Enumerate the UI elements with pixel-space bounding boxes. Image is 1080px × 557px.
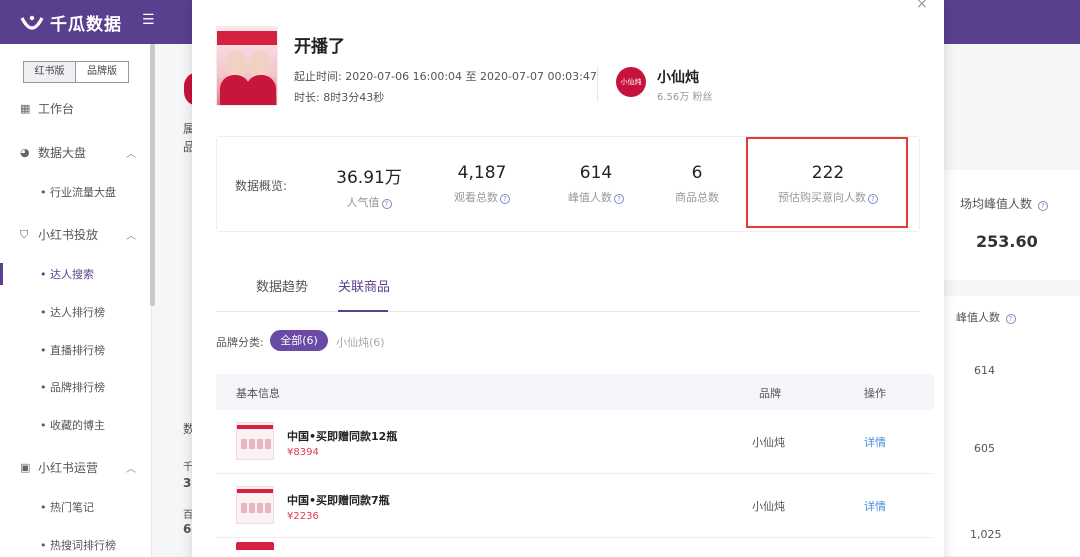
- bg-col-label: 场均峰值人数 ?: [960, 195, 1048, 212]
- bg-col-value: 253.60: [976, 232, 1038, 251]
- help-icon[interactable]: ?: [381, 199, 392, 209]
- filter-chip-brand[interactable]: 小仙炖(6): [336, 334, 385, 350]
- chevron-up-icon: ︿: [126, 149, 136, 160]
- divider: [597, 66, 598, 102]
- sidebar-item-influencer-search[interactable]: • 达人搜索: [40, 266, 94, 282]
- sidebar-item-brand-rank[interactable]: • 品牌排行榜: [40, 379, 105, 395]
- live-duration: 时长: 8时3分43秒: [294, 91, 385, 104]
- sidebar-item-label: 工作台: [38, 102, 75, 116]
- product-name: 中国•买即赠同款12瓶: [287, 430, 398, 443]
- sidebar-item-hot-search[interactable]: • 热搜词排行榜: [40, 537, 116, 553]
- live-cover-image: [216, 26, 278, 106]
- chevron-up-icon: ︿: [126, 464, 136, 475]
- overview-label: 数据概览:: [235, 179, 288, 193]
- sidebar-item-live-rank[interactable]: • 直播排行榜: [40, 342, 105, 358]
- close-icon[interactable]: ×: [916, 0, 928, 12]
- help-icon[interactable]: ?: [614, 194, 624, 204]
- bg-cell: 1,025: [970, 528, 1002, 541]
- tab-related-products[interactable]: 关联商品: [338, 276, 390, 295]
- help-icon: ?: [1005, 314, 1016, 324]
- live-detail-modal: × 开播了 起止时间: 2020-07-06 16:00:04 至 2020-0…: [192, 0, 944, 557]
- sidebar-group-xhs-delivery[interactable]: ⛉ 小红书投放 ︿: [20, 226, 140, 243]
- bg-stat-card: [944, 170, 1080, 280]
- bg-col-label: 峰值人数 ?: [956, 309, 1016, 325]
- sidebar-item-label: 小红书投放: [38, 228, 99, 242]
- active-indicator: [0, 263, 3, 285]
- details-link[interactable]: 详情: [864, 434, 886, 450]
- version-tab-red[interactable]: 红书版: [23, 61, 76, 83]
- highlight-box: [746, 137, 908, 228]
- product-name: 中国•买即赠同款7瓶: [287, 494, 390, 507]
- pie-chart-icon: ◕: [20, 145, 30, 159]
- sidebar-item-label: 数据大盘: [38, 146, 87, 160]
- live-time-range: 起止时间: 2020-07-06 16:00:04 至 2020-07-07 0…: [294, 70, 597, 83]
- brand-filter-label: 品牌分类:: [216, 336, 264, 349]
- tab-data-trend[interactable]: 数据趋势: [256, 276, 308, 295]
- sidebar-item-hot-notes[interactable]: • 热门笔记: [40, 499, 94, 515]
- sidebar-item-influencer-rank[interactable]: • 达人排行榜: [40, 304, 105, 320]
- grid-icon: ▦: [20, 101, 31, 115]
- sidebar-item-workbench[interactable]: ▦ 工作台: [20, 100, 140, 117]
- column-header: 基本信息: [236, 387, 280, 400]
- column-header: 操作: [864, 387, 886, 400]
- metric-total-views: 4,187 观看总数?: [422, 163, 542, 205]
- host-name[interactable]: 小仙炖: [657, 67, 699, 87]
- product-price: ¥2236: [287, 511, 319, 522]
- sidebar-group-xhs-ops[interactable]: ▣ 小红书运营 ︿: [20, 459, 140, 476]
- table-row: 中国•买即赠同款12瓶 ¥8394 小仙炖 详情: [216, 410, 934, 474]
- product-thumbnail: [236, 422, 274, 460]
- version-switch: 红书版 品牌版: [23, 61, 129, 83]
- logo-icon: [20, 15, 44, 30]
- bg-cell: 614: [974, 364, 995, 377]
- menu-toggle-icon[interactable]: ☰: [142, 12, 155, 28]
- product-brand: 小仙炖: [752, 436, 785, 449]
- live-title: 开播了: [294, 37, 345, 57]
- sidebar-scrollbar[interactable]: [150, 44, 155, 306]
- metric-product-count: 6 商品总数: [675, 163, 719, 204]
- bg-snippet: 6: [183, 522, 192, 536]
- help-icon: ?: [1037, 201, 1048, 211]
- help-icon[interactable]: ?: [500, 194, 510, 204]
- tab-active-indicator: [338, 310, 388, 312]
- host-fans: 6.56万 粉丝: [657, 92, 713, 103]
- version-tab-brand[interactable]: 品牌版: [76, 61, 129, 83]
- sidebar-item-favorites[interactable]: • 收藏的博主: [40, 417, 105, 433]
- sidebar-item-label: 小红书运营: [38, 461, 99, 475]
- details-link[interactable]: 详情: [864, 498, 886, 514]
- product-brand: 小仙炖: [752, 500, 785, 513]
- product-table-header: 基本信息 品牌 操作: [216, 374, 934, 410]
- image-icon: ▣: [20, 460, 31, 474]
- product-thumbnail: [236, 542, 274, 550]
- shield-icon: ⛉: [20, 227, 29, 241]
- filter-chip-all[interactable]: 全部(6): [270, 330, 328, 351]
- product-price: ¥8394: [287, 447, 319, 458]
- bg-snippet: 3: [183, 476, 192, 490]
- product-thumbnail: [236, 486, 274, 524]
- sidebar: 红书版 品牌版 ▦ 工作台 ◕ 数据大盘 ︿ • 行业流量大盘 ⛉ 小红书投放 …: [0, 44, 152, 557]
- metric-popularity: 36.91万 人气值?: [336, 168, 402, 209]
- sidebar-group-data-board[interactable]: ◕ 数据大盘 ︿: [20, 144, 140, 161]
- column-header: 品牌: [759, 387, 781, 400]
- app-title: 千瓜数据: [50, 15, 122, 35]
- tab-bar: 数据趋势 关联商品: [216, 264, 920, 312]
- chevron-up-icon: ︿: [126, 231, 136, 242]
- bg-table: [944, 296, 1080, 556]
- host-avatar[interactable]: 小仙炖: [616, 67, 646, 97]
- bg-cell: 605: [974, 442, 995, 455]
- table-row: 中国•买即赠同款7瓶 ¥2236 小仙炖 详情: [216, 474, 934, 538]
- sidebar-item-industry-traffic[interactable]: • 行业流量大盘: [40, 184, 116, 200]
- logo[interactable]: 千瓜数据: [20, 10, 122, 35]
